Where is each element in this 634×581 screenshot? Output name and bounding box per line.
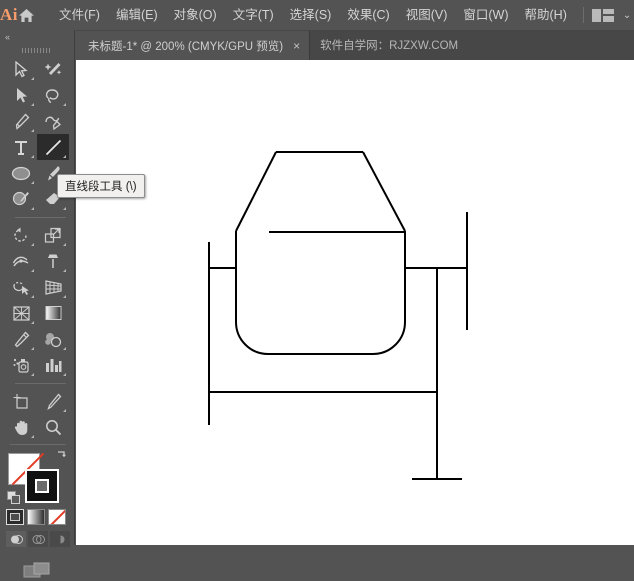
tool-divider <box>15 383 66 384</box>
perspective-grid-tool[interactable] <box>37 274 69 300</box>
tool-corner-marker <box>63 295 66 298</box>
illustrator-window: Ai 文件(F) 编辑(E) 对象(O) 文字(T) 选择(S) 效果(C) 视… <box>0 0 634 578</box>
chevron-down-icon[interactable]: ⌄ <box>623 10 631 21</box>
tool-corner-marker <box>31 103 34 106</box>
zoom-tool[interactable] <box>37 414 69 440</box>
gradient-tool[interactable] <box>37 300 69 326</box>
menu-effect[interactable]: 效果(C) <box>339 0 397 30</box>
menu-view[interactable]: 视图(V) <box>398 0 456 30</box>
home-icon[interactable] <box>18 0 35 30</box>
stroke-inner-square <box>35 479 49 493</box>
curvature-tool[interactable] <box>37 108 69 134</box>
hopper-left-slant <box>235 151 277 232</box>
ellipse-tool[interactable] <box>5 160 37 186</box>
symbol-sprayer-tool[interactable] <box>5 352 37 378</box>
menu-file[interactable]: 文件(F) <box>51 0 108 30</box>
fill-stroke-area <box>0 449 74 578</box>
menu-help[interactable]: 帮助(H) <box>517 0 575 30</box>
shaper-tool[interactable] <box>5 186 37 212</box>
tool-corner-marker <box>31 77 34 80</box>
tool-corner-marker <box>31 269 34 272</box>
tool-corner-marker <box>63 243 66 246</box>
tool-corner-marker <box>31 129 34 132</box>
tools-panel: « <box>0 30 75 578</box>
free-transform-tool[interactable] <box>37 248 69 274</box>
menu-select[interactable]: 选择(S) <box>282 0 340 30</box>
type-tool[interactable] <box>5 134 37 160</box>
pen-tool[interactable] <box>5 108 37 134</box>
tool-tooltip: 直线段工具 (\) <box>57 174 145 198</box>
app-logo: Ai <box>0 5 18 24</box>
tool-corner-marker <box>31 373 34 376</box>
tool-corner-marker <box>31 321 34 324</box>
double-chevron-left-icon: « <box>5 32 10 42</box>
tool-corner-marker <box>63 373 66 376</box>
tool-corner-marker <box>63 409 66 412</box>
tool-corner-marker <box>63 207 66 210</box>
tool-divider <box>10 444 66 445</box>
swap-fill-stroke-icon[interactable] <box>55 451 68 466</box>
tool-corner-marker <box>63 347 66 350</box>
menu-right-divider <box>582 7 584 23</box>
direct-selection-tool[interactable] <box>5 82 37 108</box>
tooltip-label: 直线段工具 (\) <box>65 181 137 193</box>
color-mode-none[interactable] <box>48 509 66 525</box>
hopper-right-slant <box>362 151 406 232</box>
menu-bar: Ai 文件(F) 编辑(E) 对象(O) 文字(T) 选择(S) 效果(C) 视… <box>0 0 634 30</box>
menu-edit[interactable]: 编辑(E) <box>108 0 166 30</box>
tool-corner-marker <box>31 243 34 246</box>
blend-tool[interactable] <box>37 326 69 352</box>
color-mode-solid[interactable] <box>6 509 24 525</box>
color-mode-gradient[interactable] <box>27 509 45 525</box>
tool-corner-marker <box>31 347 34 350</box>
color-mode-row <box>6 509 66 525</box>
menu-bar-right: ⌄ <box>575 7 634 23</box>
tool-corner-marker <box>63 155 66 158</box>
stroke-color-swatch[interactable] <box>25 469 59 503</box>
menu-item-list: 文件(F) 编辑(E) 对象(O) 文字(T) 选择(S) 效果(C) 视图(V… <box>51 0 575 30</box>
tool-corner-marker <box>31 181 34 184</box>
workspace-switcher-icon[interactable] <box>591 8 614 22</box>
menu-object[interactable]: 对象(O) <box>166 0 225 30</box>
document-tab[interactable]: 未标题-1* @ 200% (CMYK/GPU 预览) × <box>76 31 311 60</box>
menu-type[interactable]: 文字(T) <box>225 0 282 30</box>
rotate-tool[interactable] <box>5 222 37 248</box>
tool-corner-marker <box>63 269 66 272</box>
change-screen-mode[interactable] <box>0 561 74 581</box>
eyedropper-tool[interactable] <box>5 326 37 352</box>
hand-tool[interactable] <box>5 414 37 440</box>
selection-tool[interactable] <box>5 56 37 82</box>
collapse-panel-button[interactable]: « <box>0 30 74 44</box>
cement-mixer-line-drawing <box>208 151 468 480</box>
tool-divider <box>15 217 66 218</box>
width-tool[interactable] <box>5 248 37 274</box>
column-graph-tool[interactable] <box>37 352 69 378</box>
document-tab-bar: 未标题-1* @ 200% (CMYK/GPU 预览) × 软件自学网：RJZX… <box>76 30 634 60</box>
tool-corner-marker <box>31 155 34 158</box>
close-icon[interactable]: × <box>293 40 300 52</box>
tool-corner-marker <box>31 435 34 438</box>
watermark-text: 软件自学网：RJZXW.COM <box>320 40 459 52</box>
shape-builder-tool[interactable] <box>5 274 37 300</box>
tool-grid <box>0 56 74 440</box>
slice-tool[interactable] <box>37 388 69 414</box>
line-segment-tool[interactable] <box>37 134 69 160</box>
scale-tool[interactable] <box>37 222 69 248</box>
tool-corner-marker <box>63 103 66 106</box>
artboard-tool[interactable] <box>5 388 37 414</box>
drum-body <box>235 231 406 355</box>
document-tab-label: 未标题-1* @ 200% (CMYK/GPU 预览) <box>88 40 284 53</box>
magic-wand-tool[interactable] <box>37 56 69 82</box>
default-fill-stroke-icon[interactable] <box>7 491 21 510</box>
grip-dots-icon <box>22 47 52 53</box>
lasso-tool[interactable] <box>37 82 69 108</box>
panel-drag-handle[interactable] <box>0 44 74 56</box>
document-canvas[interactable] <box>76 60 634 545</box>
mesh-tool[interactable] <box>5 300 37 326</box>
tool-corner-marker <box>31 295 34 298</box>
tool-corner-marker <box>31 207 34 210</box>
menu-window[interactable]: 窗口(W) <box>455 0 516 30</box>
